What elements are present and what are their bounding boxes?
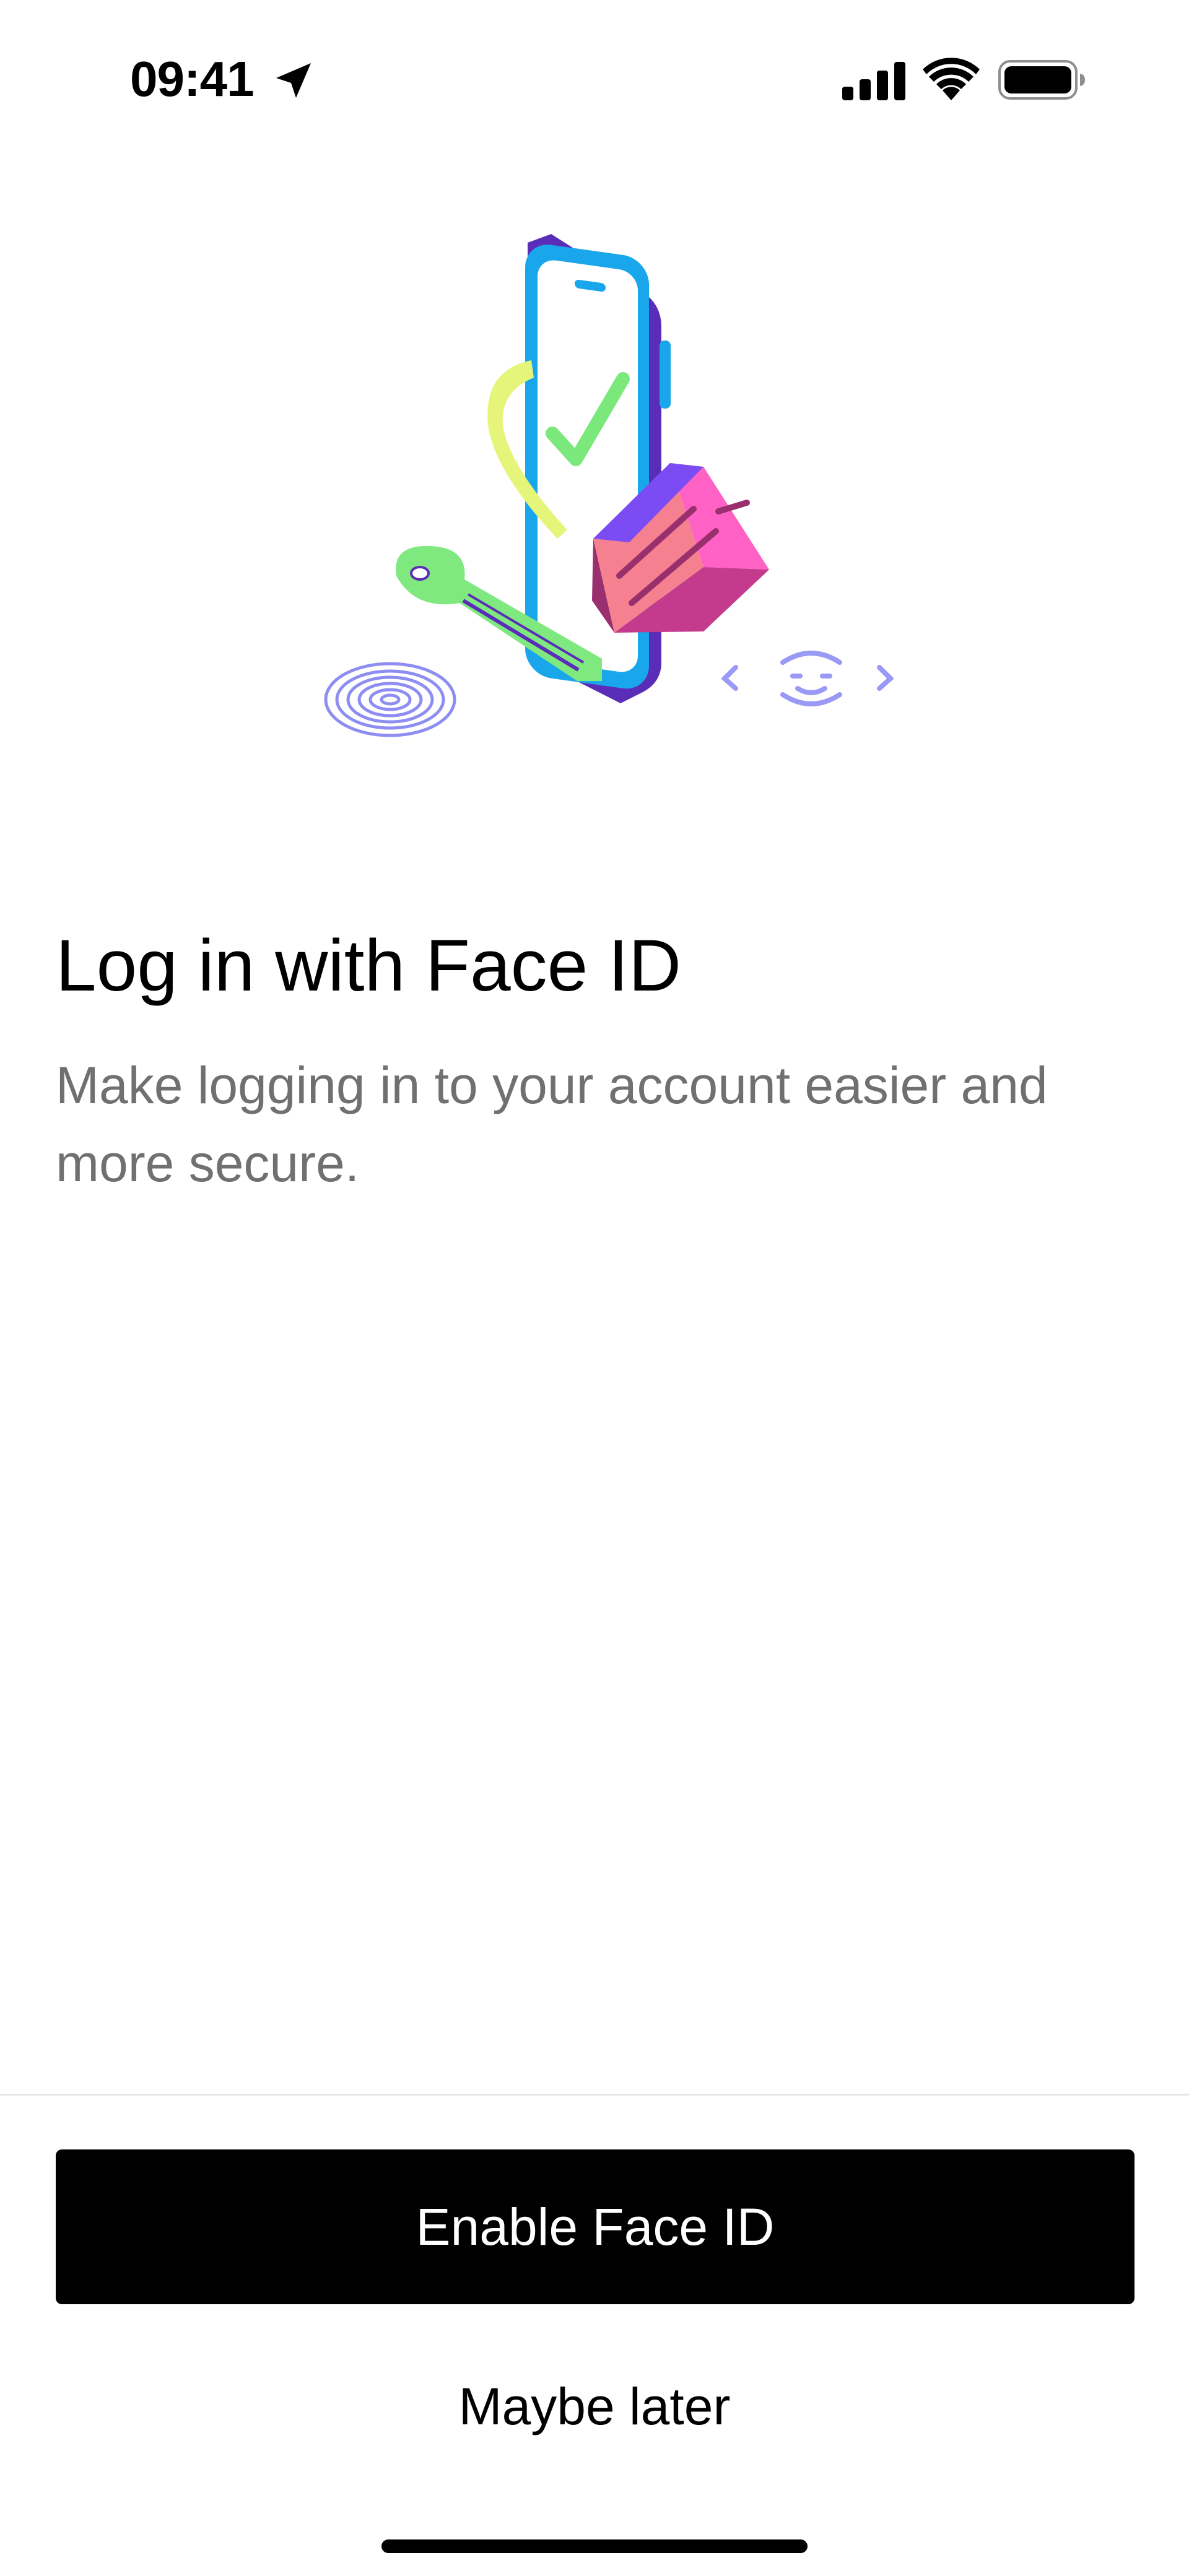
wifi-icon (923, 58, 980, 100)
battery-icon (998, 60, 1085, 100)
home-indicator[interactable] (381, 2539, 808, 2553)
status-time: 09:41 (130, 51, 255, 106)
page-title: Log in with Face ID (56, 925, 682, 1007)
cellular-signal-icon (842, 62, 905, 100)
page-subtitle: Make logging in to your account easier a… (56, 1056, 1048, 1192)
maybe-later-button[interactable]: Maybe later (347, 2360, 842, 2453)
enable-face-id-button[interactable]: Enable Face ID (56, 2149, 1135, 2304)
status-bar: 09:41 (0, 0, 1189, 161)
location-arrow-icon (276, 63, 311, 98)
security-illustration (324, 234, 894, 737)
footer-divider (0, 2094, 1189, 2096)
face-id-icon (721, 651, 894, 706)
fingerprint-icon (324, 662, 456, 737)
